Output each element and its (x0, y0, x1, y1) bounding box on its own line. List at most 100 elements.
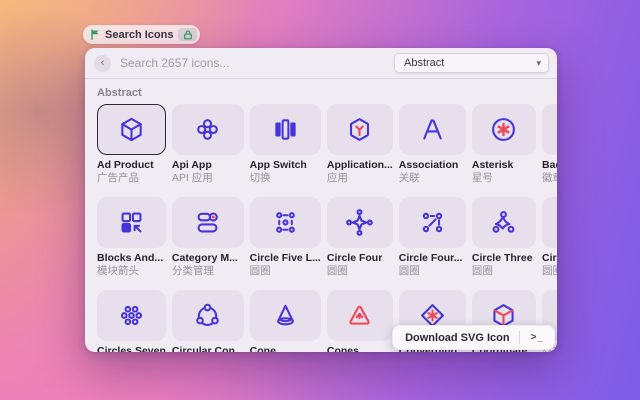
grid-cell-cone: Cone圆锥 (249, 290, 321, 352)
flag-icon (90, 29, 100, 40)
search-header: ‹ Search 2657 icons... Abstract ▾ (85, 48, 557, 78)
grid-cell-blocks-and-arrow: Blocks And... 模块箭头 (97, 197, 166, 277)
download-action-bar[interactable]: Download SVG Icon >_ (392, 325, 555, 350)
icon-name: Category M... (171, 252, 238, 264)
grid-cell-category-manage: Category M... 分类管理 (171, 197, 244, 277)
icon-name: Circle Three (471, 252, 533, 264)
grid-cell-circular-connection: Circular Con...圆形连接 (171, 290, 244, 352)
icon-name-zh: 圆圈 (471, 265, 493, 277)
grid-cell-asterisk: Asterisk 星号 (471, 104, 537, 184)
icon-name-zh: 圆圈 (326, 265, 348, 277)
icon-tile-circle-five-line[interactable] (249, 197, 321, 248)
icon-tile-application[interactable] (326, 104, 393, 155)
dropdown-value: Abstract (404, 57, 445, 69)
chevron-left-icon: ‹ (100, 56, 105, 69)
asterisk-icon (489, 115, 518, 144)
category-manage-icon (193, 208, 222, 237)
grid-cell-app-switch: App Switch 切换 (249, 104, 321, 184)
icon-tile-asterisk[interactable] (471, 104, 537, 155)
icon-tile-cone[interactable] (249, 290, 321, 341)
grid-cell-ad-product: Ad Product 广告产品 (97, 104, 166, 184)
terminal-shortcut-icon[interactable]: >_ (525, 330, 550, 345)
icon-name: Application... (326, 159, 393, 171)
icon-name-zh: 关联 (398, 172, 420, 184)
icon-name-zh: 圆圈 (542, 265, 557, 277)
circle-four-line-icon (418, 208, 447, 237)
icon-name-zh: 广告产品 (97, 172, 139, 184)
category-dropdown[interactable]: Abstract ▾ (394, 53, 549, 73)
api-app-icon (193, 115, 222, 144)
icon-name: Circle Two L... (542, 252, 557, 264)
icon-name: Circle Four (326, 252, 383, 264)
grid-cell-circle-five-line: Circle Five L... 圆圈 (249, 197, 321, 277)
icon-name: Cone (249, 345, 276, 352)
lock-icon (183, 30, 193, 40)
icon-name: Association (398, 159, 459, 171)
grid-cell-circle-four-line: Circle Four... 圆圈 (398, 197, 466, 277)
ad-product-icon (117, 115, 146, 144)
icon-tile-api-app[interactable] (171, 104, 244, 155)
circle-four-icon (345, 208, 374, 237)
icon-tile-blocks-and-arrow[interactable] (97, 197, 166, 248)
icon-tile-badge[interactable] (542, 104, 557, 155)
icon-name: Ad Product (97, 159, 154, 171)
grid-cell-application: Application... 应用 (326, 104, 393, 184)
icon-name-zh: 圆圈 (398, 265, 420, 277)
icon-tile-ad-product[interactable] (97, 104, 166, 155)
icon-name: Asterisk (471, 159, 514, 171)
icon-tile-association[interactable] (398, 104, 466, 155)
icon-name: Circle Five L... (249, 252, 321, 264)
icon-grid: Ad Product 广告产品 Api App API 应用 App Switch 切换 A… (85, 102, 557, 352)
grid-cell-api-app: Api App API 应用 (171, 104, 244, 184)
cone-icon (271, 301, 300, 330)
grid-cell-cones: Cones圆锥体 (326, 290, 393, 352)
icon-tile-circles-seven[interactable] (97, 290, 166, 341)
app-switch-icon (271, 115, 300, 144)
badge-app-label: Search Icons (105, 28, 174, 41)
cones-icon (345, 301, 374, 330)
association-icon (418, 115, 447, 144)
icon-name: Cones (326, 345, 359, 352)
blocks-and-arrow-icon (117, 208, 146, 237)
grid-cell-circles-seven: Circles Seven圆圈 (97, 290, 166, 352)
icon-name: Circle Four... (398, 252, 463, 264)
grid-cell-badge: Badge徽章提醒 (542, 104, 557, 184)
icon-name-zh: 徽章提醒 (542, 172, 557, 184)
icon-name-zh: 模块箭头 (97, 265, 139, 277)
grid-cell-circle-two-line: Circle Two L...圆圈 (542, 197, 557, 277)
icon-name: App Switch (249, 159, 307, 171)
icon-name-zh: 切换 (249, 172, 271, 184)
icon-tile-app-switch[interactable] (249, 104, 321, 155)
icon-name-zh: 星号 (471, 172, 493, 184)
download-svg-label: Download SVG Icon (405, 331, 510, 344)
circle-five-line-icon (271, 208, 300, 237)
chevron-down-icon: ▾ (536, 57, 541, 68)
launcher-badge[interactable]: Search Icons (83, 25, 201, 44)
grid-cell-association: Association 关联 (398, 104, 466, 184)
search-icons-window: ‹ Search 2657 icons... Abstract ▾ Abstra… (85, 48, 557, 352)
action-bar-divider (518, 331, 520, 344)
icon-tile-category-manage[interactable] (171, 197, 244, 248)
search-input[interactable]: Search 2657 icons... (120, 56, 394, 70)
icon-tile-cones[interactable] (326, 290, 393, 341)
application-icon (345, 115, 374, 144)
circular-connection-icon (193, 301, 222, 330)
icon-tile-circle-two-line[interactable] (542, 197, 557, 248)
icon-name: Circular Con... (171, 345, 244, 352)
icon-tile-circle-four-line[interactable] (398, 197, 466, 248)
icon-name: Badge (542, 159, 557, 171)
lock-pill (178, 28, 198, 41)
section-title: Abstract (97, 87, 142, 99)
grid-cell-circle-three: Circle Three 圆圈 (471, 197, 537, 277)
icon-name-zh: API 应用 (171, 172, 213, 184)
icon-name-zh: 分类管理 (171, 265, 214, 277)
icon-tile-circle-three[interactable] (471, 197, 537, 248)
back-button[interactable]: ‹ (94, 54, 111, 72)
icon-name-zh: 应用 (326, 172, 348, 184)
icon-tile-circle-four[interactable] (326, 197, 393, 248)
icon-name: Circles Seven (97, 345, 166, 352)
icon-name: Blocks And... (97, 252, 164, 264)
circle-three-icon (489, 208, 518, 237)
icon-tile-circular-connection[interactable] (171, 290, 244, 341)
icon-name-zh: 圆圈 (249, 265, 271, 277)
